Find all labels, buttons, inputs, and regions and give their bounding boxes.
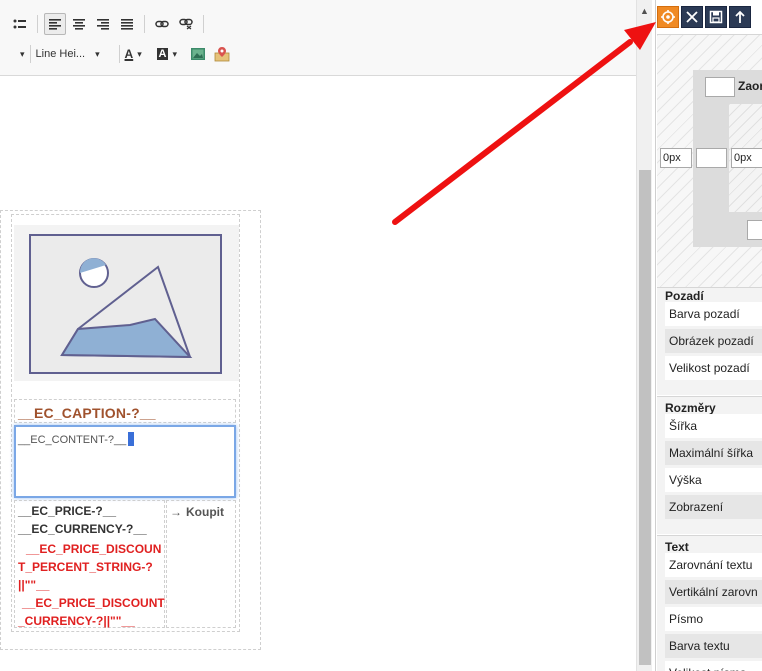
toolbar-separator [203, 15, 204, 33]
panel-header-buttons [657, 6, 751, 30]
buy-button[interactable]: → Koupit [170, 505, 224, 519]
product-content-text: __EC_CONTENT-?__ [18, 434, 127, 446]
font-color-label: A [124, 47, 134, 61]
section-text-title: Text [665, 540, 689, 554]
prop-font[interactable]: Písmo [665, 607, 762, 631]
box-model-bottom-input[interactable] [747, 220, 762, 240]
chevron-down-icon[interactable]: ▾ [20, 49, 25, 60]
toolbar-separator [29, 45, 31, 63]
prop-background-size[interactable]: Velikost pozadí [665, 356, 762, 380]
padding-left-input[interactable]: 0px [731, 148, 762, 168]
section-dimensions-title: Rozměry [665, 401, 716, 415]
price-value: __EC_PRICE-?__ [18, 504, 117, 518]
bg-color-label: A [156, 48, 169, 60]
box-model-top-input[interactable] [705, 77, 735, 97]
chevron-down-icon: ▾ [172, 48, 178, 59]
prop-height[interactable]: Výška [665, 468, 762, 492]
prop-vertical-align[interactable]: Vertikální zarovn [665, 580, 762, 604]
prop-max-width[interactable]: Maximální šířka [665, 441, 762, 465]
insert-image-icon[interactable] [187, 43, 209, 65]
text-cursor [128, 432, 135, 446]
prop-display[interactable]: Zobrazení [665, 495, 762, 519]
align-center-icon[interactable] [68, 13, 90, 35]
arrow-right-icon: → [170, 505, 182, 519]
editor-scrollbar[interactable]: ▲ [636, 0, 652, 671]
save-icon[interactable] [705, 6, 727, 28]
toolbar-separator [144, 15, 145, 33]
prop-text-color[interactable]: Barva textu [665, 634, 762, 658]
move-up-icon[interactable] [729, 6, 751, 28]
section-background-title: Pozadí [665, 289, 704, 303]
font-color-button[interactable]: A ▾ [125, 47, 151, 61]
discount-percent-line2: T_PERCENT_STRING-? [18, 560, 153, 574]
list-bullet-icon[interactable] [9, 13, 31, 35]
product-image-placeholder[interactable] [14, 225, 239, 381]
align-justify-icon[interactable] [116, 13, 138, 35]
discount-percent-line3: ||""__ [18, 578, 50, 592]
discount-percent-line1: __EC_PRICE_DISCOUN [26, 542, 162, 556]
buy-column[interactable] [166, 500, 236, 628]
discount-line1: __EC_PRICE_DISCOUNT [22, 596, 165, 610]
style-settings-icon[interactable] [657, 6, 679, 28]
prop-background-color[interactable]: Barva pozadí [665, 302, 762, 326]
prop-background-image[interactable]: Obrázek pozadí [665, 329, 762, 353]
discount-line2: _CURRENCY-?||""__ [18, 614, 135, 628]
margin-left-input[interactable]: 0px [660, 148, 692, 168]
editor-screen: ▾ Line Hei... ▾ A ▾ A ▾ __EC_CAPTION-?__… [0, 0, 762, 671]
unlink-icon[interactable] [175, 13, 197, 35]
box-model-label: Zaor [738, 79, 762, 93]
prop-width[interactable]: Šířka [665, 414, 762, 438]
align-right-icon[interactable] [92, 13, 114, 35]
toolbar-separator [118, 45, 120, 63]
toolbar-separator [37, 15, 38, 33]
insert-map-icon[interactable] [211, 43, 233, 65]
border-left-input[interactable] [696, 148, 727, 168]
product-content[interactable]: __EC_CONTENT-?__ [18, 432, 135, 446]
product-caption[interactable]: __EC_CAPTION-?__ [18, 405, 156, 421]
bg-color-button[interactable]: A ▾ [156, 48, 185, 60]
line-height-select[interactable]: Line Hei... ▾ [36, 48, 114, 60]
line-height-label: Line Hei... [35, 48, 86, 60]
link-icon[interactable] [151, 13, 173, 35]
scroll-thumb[interactable] [639, 170, 651, 665]
align-left-icon[interactable] [44, 13, 66, 35]
chevron-down-icon: ▾ [137, 48, 142, 59]
prop-text-align[interactable]: Zarovnání textu [665, 553, 762, 577]
currency-value: __EC_CURRENCY-?__ [18, 522, 147, 536]
chevron-down-icon: ▾ [95, 48, 100, 59]
buy-button-label: Koupit [186, 505, 224, 519]
prop-font-size[interactable]: Velikost písma [665, 661, 762, 671]
scroll-up-icon[interactable]: ▲ [640, 6, 649, 16]
close-icon[interactable] [681, 6, 703, 28]
editor-toolbar: ▾ Line Hei... ▾ A ▾ A ▾ [0, 0, 636, 76]
